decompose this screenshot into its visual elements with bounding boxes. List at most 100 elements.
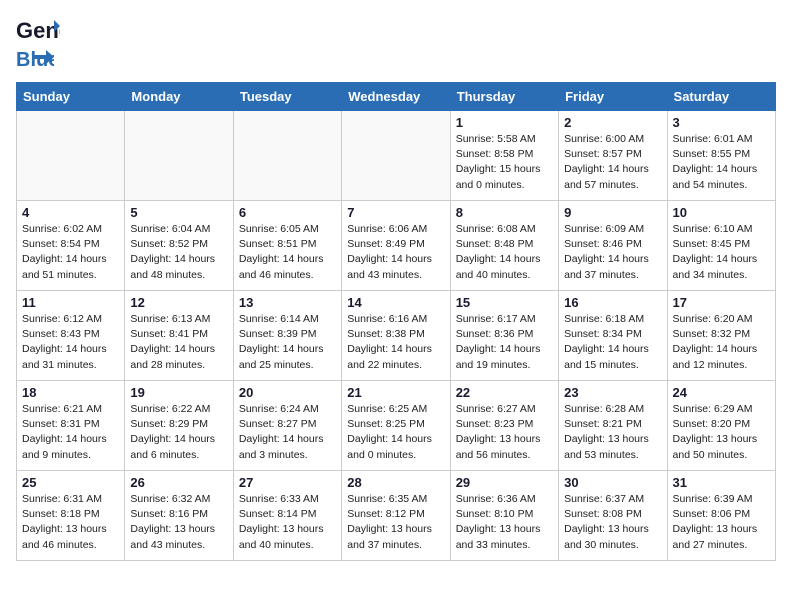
day-number: 20	[239, 385, 336, 400]
calendar-cell: 13Sunrise: 6:14 AM Sunset: 8:39 PM Dayli…	[233, 291, 341, 381]
day-info: Sunrise: 6:05 AM Sunset: 8:51 PM Dayligh…	[239, 222, 336, 283]
day-info: Sunrise: 6:25 AM Sunset: 8:25 PM Dayligh…	[347, 402, 444, 463]
day-number: 10	[673, 205, 770, 220]
calendar-cell	[342, 111, 450, 201]
day-number: 18	[22, 385, 119, 400]
day-info: Sunrise: 6:21 AM Sunset: 8:31 PM Dayligh…	[22, 402, 119, 463]
day-info: Sunrise: 6:32 AM Sunset: 8:16 PM Dayligh…	[130, 492, 227, 553]
calendar-cell: 4 Sunrise: 6:02 AM Sunset: 8:54 PM Daylig…	[17, 201, 125, 291]
day-info: Sunrise: 6:04 AM Sunset: 8:52 PM Dayligh…	[130, 222, 227, 283]
day-number: 22	[456, 385, 553, 400]
column-header-saturday: Saturday	[667, 83, 775, 111]
calendar-cell: 30Sunrise: 6:37 AM Sunset: 8:08 PM Dayli…	[559, 471, 667, 561]
day-info: Sunrise: 5:58 AM Sunset: 8:58 PM Dayligh…	[456, 132, 553, 193]
day-number: 24	[673, 385, 770, 400]
day-number: 7	[347, 205, 444, 220]
calendar-cell: 9 Sunrise: 6:09 AM Sunset: 8:46 PM Daylig…	[559, 201, 667, 291]
calendar-cell: 27Sunrise: 6:33 AM Sunset: 8:14 PM Dayli…	[233, 471, 341, 561]
calendar-week-row: 4 Sunrise: 6:02 AM Sunset: 8:54 PM Daylig…	[17, 201, 776, 291]
day-info: Sunrise: 6:06 AM Sunset: 8:49 PM Dayligh…	[347, 222, 444, 283]
day-number: 31	[673, 475, 770, 490]
column-header-thursday: Thursday	[450, 83, 558, 111]
calendar-cell	[17, 111, 125, 201]
day-number: 4	[22, 205, 119, 220]
day-info: Sunrise: 6:01 AM Sunset: 8:55 PM Dayligh…	[673, 132, 770, 193]
day-info: Sunrise: 6:39 AM Sunset: 8:06 PM Dayligh…	[673, 492, 770, 553]
day-info: Sunrise: 6:20 AM Sunset: 8:32 PM Dayligh…	[673, 312, 770, 373]
day-number: 16	[564, 295, 661, 310]
calendar-cell: 23 Sunrise: 6:28 AM Sunset: 8:21 PM Dayli…	[559, 381, 667, 471]
day-number: 26	[130, 475, 227, 490]
calendar-cell: 19 Sunrise: 6:22 AM Sunset: 8:29 PM Dayli…	[125, 381, 233, 471]
day-number: 14	[347, 295, 444, 310]
day-info: Sunrise: 6:22 AM Sunset: 8:29 PM Dayligh…	[130, 402, 227, 463]
calendar-week-row: 1 Sunrise: 5:58 AM Sunset: 8:58 PM Daylig…	[17, 111, 776, 201]
column-header-monday: Monday	[125, 83, 233, 111]
day-number: 28	[347, 475, 444, 490]
day-info: Sunrise: 6:35 AM Sunset: 8:12 PM Dayligh…	[347, 492, 444, 553]
column-header-tuesday: Tuesday	[233, 83, 341, 111]
column-header-sunday: Sunday	[17, 83, 125, 111]
calendar-cell: 28 Sunrise: 6:35 AM Sunset: 8:12 PM Dayli…	[342, 471, 450, 561]
calendar-cell: 25 Sunrise: 6:31 AM Sunset: 8:18 PM Dayli…	[17, 471, 125, 561]
day-info: Sunrise: 6:02 AM Sunset: 8:54 PM Dayligh…	[22, 222, 119, 283]
day-info: Sunrise: 6:18 AM Sunset: 8:34 PM Dayligh…	[564, 312, 661, 373]
calendar-cell: 5 Sunrise: 6:04 AM Sunset: 8:52 PM Daylig…	[125, 201, 233, 291]
day-number: 12	[130, 295, 227, 310]
day-info: Sunrise: 6:12 AM Sunset: 8:43 PM Dayligh…	[22, 312, 119, 373]
calendar-cell: 29Sunrise: 6:36 AM Sunset: 8:10 PM Dayli…	[450, 471, 558, 561]
calendar-cell: 16 Sunrise: 6:18 AM Sunset: 8:34 PM Dayli…	[559, 291, 667, 381]
page-header: General Blue	[16, 16, 776, 70]
day-number: 30	[564, 475, 661, 490]
day-number: 9	[564, 205, 661, 220]
calendar-cell: 6 Sunrise: 6:05 AM Sunset: 8:51 PM Daylig…	[233, 201, 341, 291]
day-info: Sunrise: 6:16 AM Sunset: 8:38 PM Dayligh…	[347, 312, 444, 373]
calendar-cell: 21 Sunrise: 6:25 AM Sunset: 8:25 PM Dayli…	[342, 381, 450, 471]
calendar-cell: 31 Sunrise: 6:39 AM Sunset: 8:06 PM Dayli…	[667, 471, 775, 561]
day-number: 6	[239, 205, 336, 220]
column-header-friday: Friday	[559, 83, 667, 111]
day-number: 21	[347, 385, 444, 400]
calendar-week-row: 18 Sunrise: 6:21 AM Sunset: 8:31 PM Dayli…	[17, 381, 776, 471]
day-info: Sunrise: 6:28 AM Sunset: 8:21 PM Dayligh…	[564, 402, 661, 463]
day-info: Sunrise: 6:27 AM Sunset: 8:23 PM Dayligh…	[456, 402, 553, 463]
day-info: Sunrise: 6:14 AM Sunset: 8:39 PM Dayligh…	[239, 312, 336, 373]
day-info: Sunrise: 6:24 AM Sunset: 8:27 PM Dayligh…	[239, 402, 336, 463]
day-number: 2	[564, 115, 661, 130]
calendar-cell: 7 Sunrise: 6:06 AM Sunset: 8:49 PM Daylig…	[342, 201, 450, 291]
calendar-cell: 10Sunrise: 6:10 AM Sunset: 8:45 PM Dayli…	[667, 201, 775, 291]
day-info: Sunrise: 6:36 AM Sunset: 8:10 PM Dayligh…	[456, 492, 553, 553]
calendar-cell: 1 Sunrise: 5:58 AM Sunset: 8:58 PM Daylig…	[450, 111, 558, 201]
day-number: 3	[673, 115, 770, 130]
day-info: Sunrise: 6:31 AM Sunset: 8:18 PM Dayligh…	[22, 492, 119, 553]
calendar-cell: 15Sunrise: 6:17 AM Sunset: 8:36 PM Dayli…	[450, 291, 558, 381]
calendar-table: SundayMondayTuesdayWednesdayThursdayFrid…	[16, 82, 776, 561]
day-number: 19	[130, 385, 227, 400]
calendar-cell: 3 Sunrise: 6:01 AM Sunset: 8:55 PM Daylig…	[667, 111, 775, 201]
calendar-cell: 12 Sunrise: 6:13 AM Sunset: 8:41 PM Dayli…	[125, 291, 233, 381]
calendar-cell: 22 Sunrise: 6:27 AM Sunset: 8:23 PM Dayli…	[450, 381, 558, 471]
day-number: 23	[564, 385, 661, 400]
calendar-cell: 18 Sunrise: 6:21 AM Sunset: 8:31 PM Dayli…	[17, 381, 125, 471]
column-header-wednesday: Wednesday	[342, 83, 450, 111]
calendar-cell: 8Sunrise: 6:08 AM Sunset: 8:48 PM Daylig…	[450, 201, 558, 291]
day-number: 25	[22, 475, 119, 490]
day-number: 5	[130, 205, 227, 220]
day-info: Sunrise: 6:17 AM Sunset: 8:36 PM Dayligh…	[456, 312, 553, 373]
logo-icon: General	[16, 16, 60, 48]
day-number: 17	[673, 295, 770, 310]
calendar-cell: 11Sunrise: 6:12 AM Sunset: 8:43 PM Dayli…	[17, 291, 125, 381]
calendar-cell: 17 Sunrise: 6:20 AM Sunset: 8:32 PM Dayli…	[667, 291, 775, 381]
calendar-week-row: 11Sunrise: 6:12 AM Sunset: 8:43 PM Dayli…	[17, 291, 776, 381]
calendar-cell	[125, 111, 233, 201]
day-info: Sunrise: 6:08 AM Sunset: 8:48 PM Dayligh…	[456, 222, 553, 283]
calendar-week-row: 25 Sunrise: 6:31 AM Sunset: 8:18 PM Dayli…	[17, 471, 776, 561]
calendar-cell: 26 Sunrise: 6:32 AM Sunset: 8:16 PM Dayli…	[125, 471, 233, 561]
day-number: 27	[239, 475, 336, 490]
calendar-cell	[233, 111, 341, 201]
calendar-cell: 20 Sunrise: 6:24 AM Sunset: 8:27 PM Dayli…	[233, 381, 341, 471]
calendar-header-row: SundayMondayTuesdayWednesdayThursdayFrid…	[17, 83, 776, 111]
day-info: Sunrise: 6:09 AM Sunset: 8:46 PM Dayligh…	[564, 222, 661, 283]
day-number: 1	[456, 115, 553, 130]
day-info: Sunrise: 6:13 AM Sunset: 8:41 PM Dayligh…	[130, 312, 227, 373]
